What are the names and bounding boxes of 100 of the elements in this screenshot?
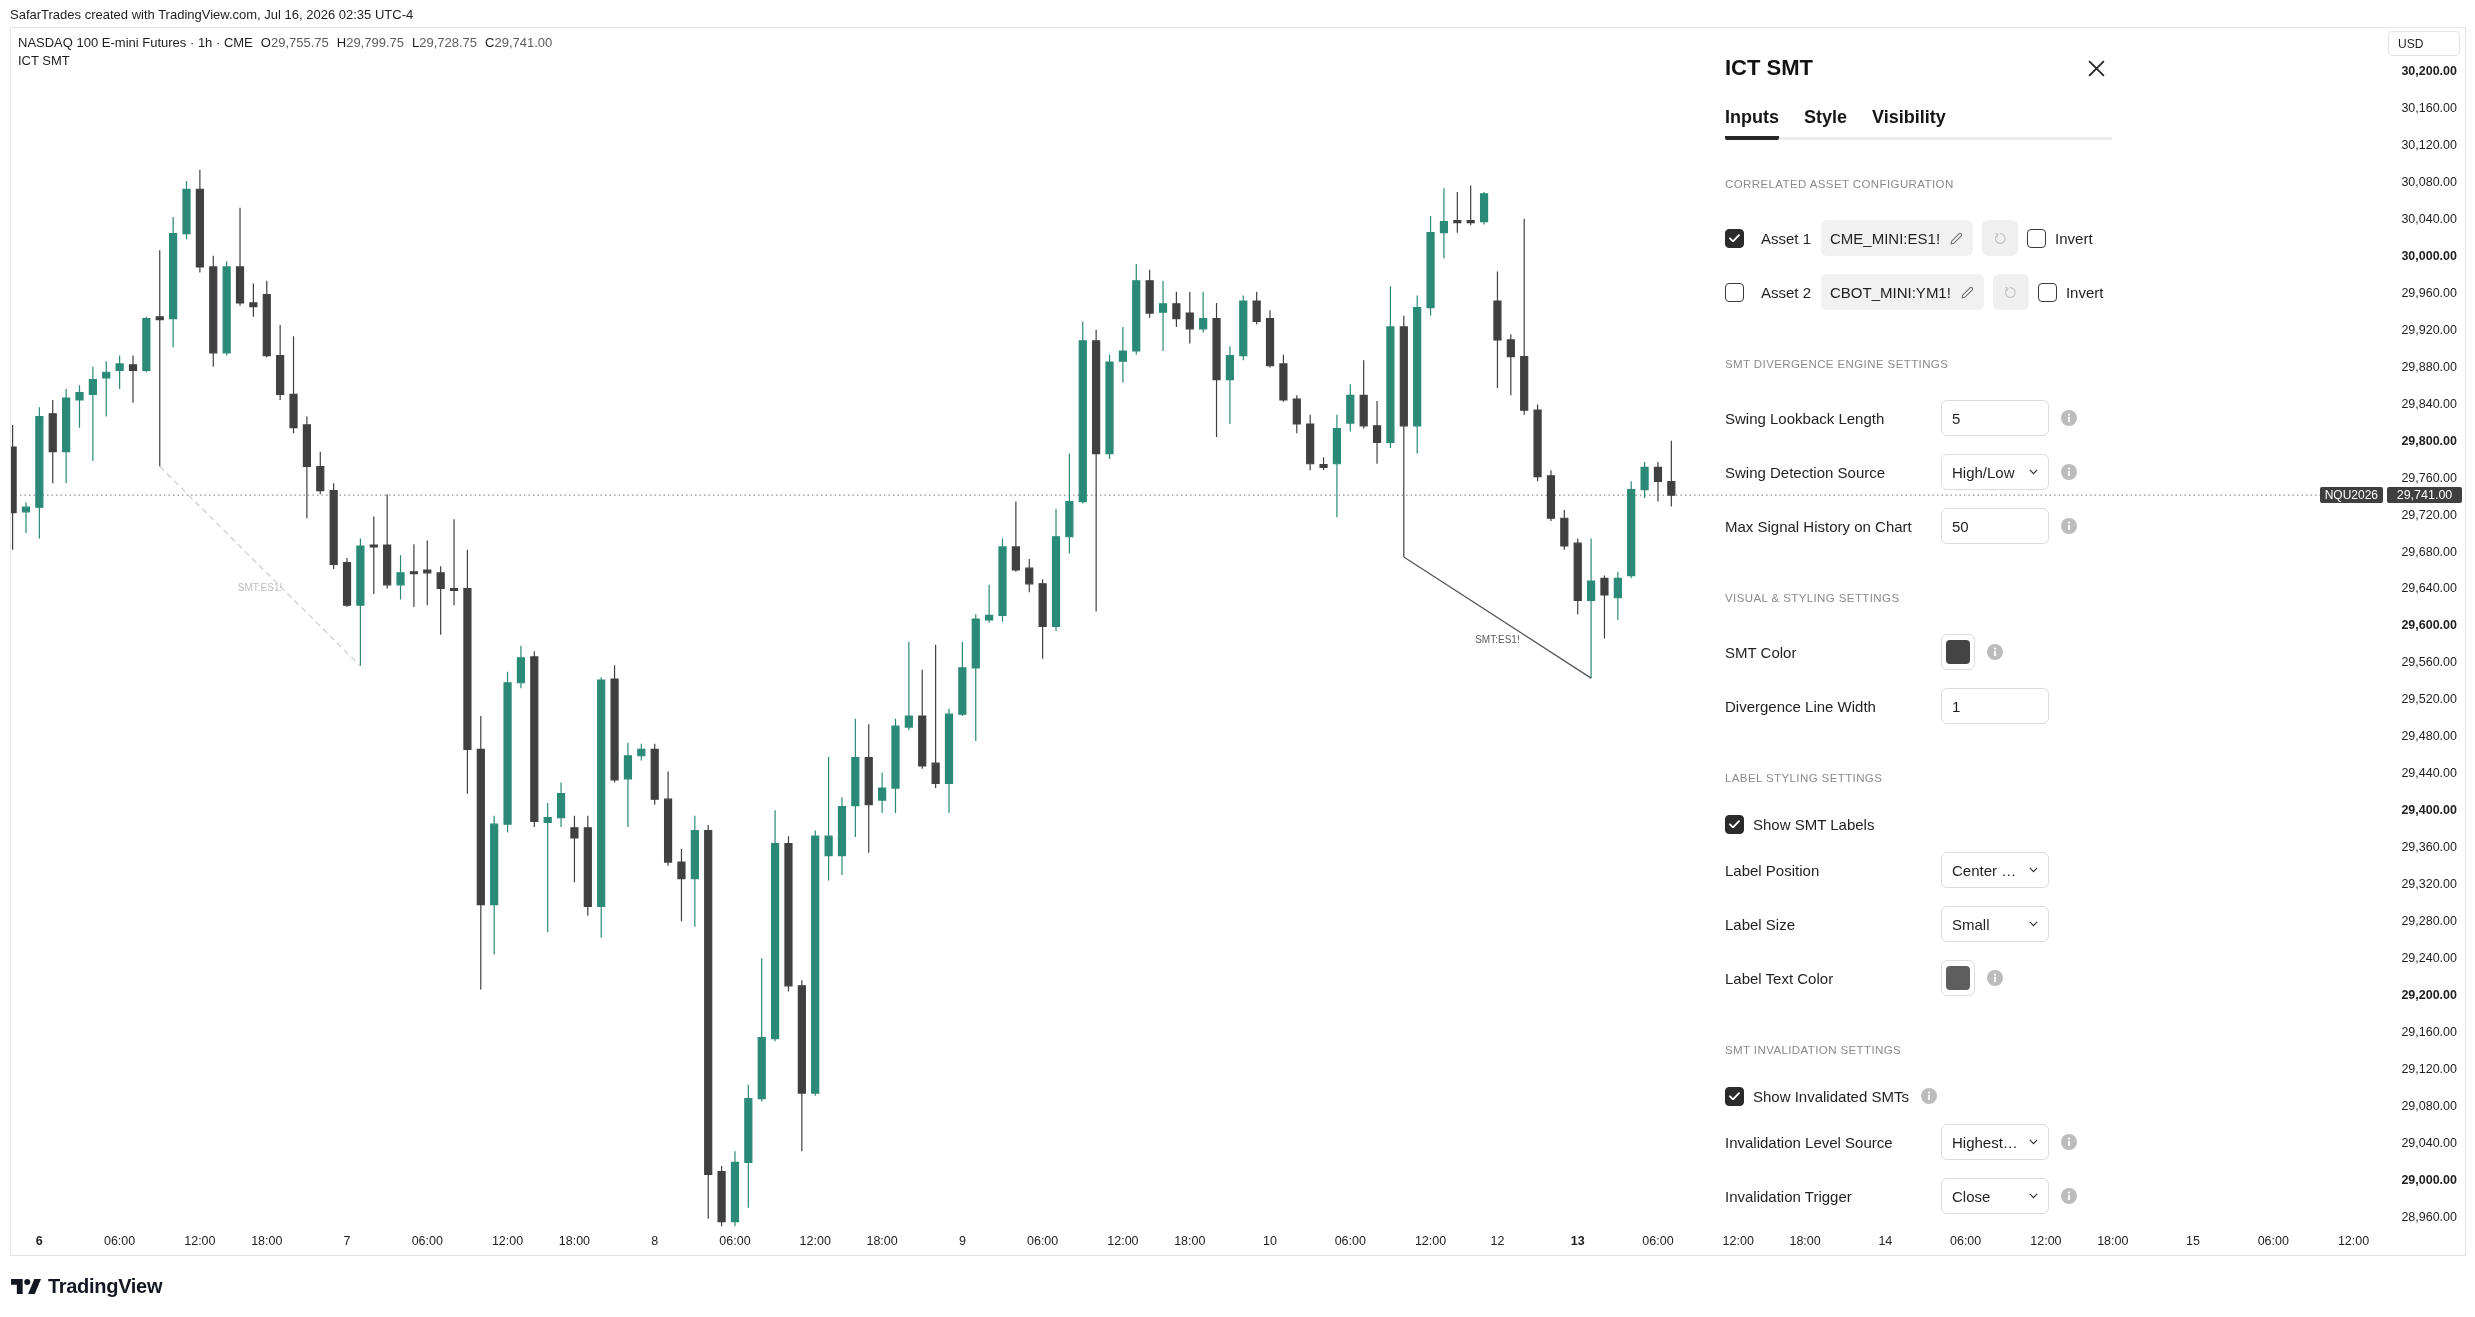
section-heading: SMT INVALIDATION SETTINGS <box>1725 1043 1902 1057</box>
checkbox[interactable] <box>1725 228 1744 248</box>
price-axis-label: 28,960.00 <box>2400 1209 2457 1225</box>
candlestick <box>1025 558 1034 593</box>
time-axis-label: 12:00 <box>2030 1234 2062 1249</box>
candlestick <box>1158 280 1168 352</box>
price-axis-label: 29,560.00 <box>2400 654 2457 670</box>
price-axis-label: 29,320.00 <box>2400 876 2457 892</box>
pencil-icon <box>1950 231 1964 245</box>
select-dropdown[interactable]: Highest… <box>1941 1124 2049 1160</box>
candlestick <box>1265 309 1275 369</box>
select-dropdown[interactable]: Small <box>1941 906 2049 942</box>
smt-label: SMT:ES1! <box>1475 633 1520 645</box>
asset-label: Asset 2 <box>1761 283 1812 301</box>
setting-label: Invalidation Level Source <box>1725 1133 1893 1151</box>
select-dropdown[interactable]: Close <box>1941 1178 2049 1214</box>
checkbox[interactable] <box>2037 282 2057 302</box>
candlestick <box>1359 359 1368 430</box>
price-axis-label: 29,760.00 <box>2400 470 2457 486</box>
brand-name: TradingView <box>48 1275 163 1298</box>
candlestick <box>1118 326 1127 383</box>
candlestick <box>342 557 352 608</box>
time-axis-label: 8 <box>651 1234 659 1249</box>
number-input[interactable]: 50 <box>1941 508 2049 544</box>
select-dropdown[interactable]: Center … <box>1941 852 2049 888</box>
reset-icon <box>1993 231 2007 245</box>
candlestick <box>650 743 659 806</box>
dialog-title: ICT SMT <box>1725 55 1813 81</box>
candlestick <box>1466 184 1475 226</box>
checkmark-icon <box>1729 819 1740 829</box>
price-axis-label: 29,720.00 <box>2400 507 2457 523</box>
candlestick <box>1479 191 1489 225</box>
price-axis-label: 30,160.00 <box>2400 100 2457 116</box>
price-axis-label: 30,200.00 <box>2400 63 2457 79</box>
checkbox[interactable] <box>1725 1086 1744 1106</box>
candlestick <box>102 360 111 418</box>
checkbox[interactable] <box>1725 814 1744 834</box>
symbol-field[interactable]: CME_MINI:ES1! <box>1821 220 1974 256</box>
logo-icon <box>11 1279 41 1294</box>
tab[interactable]: Style <box>1804 105 1848 140</box>
time-axis-label: 7 <box>343 1234 351 1249</box>
number-input[interactable]: 5 <box>1941 400 2049 436</box>
ohlc-value: L29,728.75 <box>412 34 478 52</box>
time-axis-label: 12 <box>1490 1234 1505 1249</box>
candlestick <box>570 815 579 883</box>
symbol-tag: NQU2026 <box>2319 487 2383 504</box>
candlestick <box>1172 291 1181 328</box>
price-axis-label: 29,480.00 <box>2400 728 2457 744</box>
asset-label: Asset 1 <box>1761 229 1812 247</box>
price-axis-label: 29,280.00 <box>2400 913 2457 929</box>
checkbox-label: Invert <box>2055 229 2093 247</box>
tab[interactable]: Inputs <box>1725 105 1779 140</box>
pencil-icon <box>1960 285 1974 299</box>
section-heading: VISUAL & STYLING SETTINGS <box>1725 591 1900 605</box>
attribution-text: SafarTrades created with TradingView.com, Jul 16, 2026 02:35 UTC-4 <box>9 6 414 24</box>
price-axis-label: 29,080.00 <box>2400 1098 2457 1114</box>
time-axis-label: 12:00 <box>184 1234 216 1249</box>
time-axis-label: 06:00 <box>103 1234 136 1249</box>
candlestick <box>878 771 887 814</box>
number-input[interactable]: 1 <box>1941 688 2049 724</box>
setting-label: SMT Color <box>1725 643 1797 661</box>
time-axis-label: 10 <box>1263 1234 1277 1249</box>
time-axis-label: 12:00 <box>1107 1234 1139 1249</box>
candlestick <box>1613 571 1622 621</box>
candlestick <box>1667 440 1676 508</box>
setting-label: Invalidation Trigger <box>1725 1187 1852 1205</box>
candlestick <box>75 384 84 429</box>
price-axis-label: 29,520.00 <box>2400 691 2457 707</box>
chevron-icon <box>2029 921 2038 927</box>
close-icon <box>2087 59 2105 77</box>
price-axis-label: 29,400.00 <box>2400 802 2457 818</box>
color-picker-button[interactable] <box>1941 634 1975 670</box>
checkbox[interactable] <box>1725 282 1744 302</box>
select-dropdown[interactable]: High/Low <box>1941 454 2049 490</box>
time-axis-label: 15 <box>2186 1234 2200 1249</box>
color-picker-button[interactable] <box>1941 960 1975 996</box>
section-heading: CORRELATED ASSET CONFIGURATION <box>1725 177 1954 191</box>
time-axis-label: 9 <box>958 1234 966 1249</box>
checkbox[interactable] <box>2027 228 2047 248</box>
time-axis-label: 06:00 <box>1334 1234 1366 1249</box>
currency-button[interactable]: USD <box>2388 31 2460 56</box>
candlestick <box>182 180 191 240</box>
price-axis-label: 29,040.00 <box>2400 1135 2457 1151</box>
reset-icon <box>2004 285 2018 299</box>
time-axis-label: 18:00 <box>866 1234 898 1249</box>
tab[interactable]: Visibility <box>1872 105 1946 140</box>
ohlc-value: C29,741.00 <box>485 34 553 52</box>
chevron-icon <box>2029 867 2038 873</box>
price-axis-label: 29,440.00 <box>2400 765 2457 781</box>
candlestick <box>1292 394 1301 434</box>
candlestick <box>128 355 138 404</box>
symbol-field[interactable]: CBOT_MINI:YM1! <box>1821 274 1984 310</box>
candlestick <box>1546 469 1556 522</box>
price-axis-label: 30,000.00 <box>2400 248 2457 264</box>
checkbox-label: Show Invalidated SMTs <box>1753 1087 1909 1105</box>
time-axis-label: 18:00 <box>2097 1234 2129 1249</box>
price-axis-label: 30,120.00 <box>2400 137 2457 153</box>
candlestick <box>985 584 994 624</box>
price-axis-label: 30,040.00 <box>2400 211 2457 227</box>
candlestick <box>1279 354 1288 403</box>
